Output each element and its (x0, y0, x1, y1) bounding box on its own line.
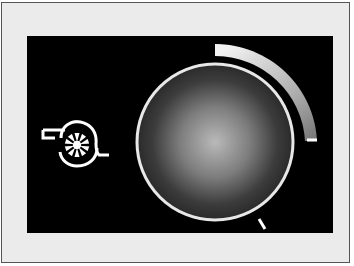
fan-speed-dial[interactable] (133, 36, 333, 233)
fan-speed-icon (41, 120, 109, 168)
screenshot-frame (1, 2, 350, 263)
control-display (27, 36, 333, 233)
dial-pointer-mark (257, 218, 267, 230)
